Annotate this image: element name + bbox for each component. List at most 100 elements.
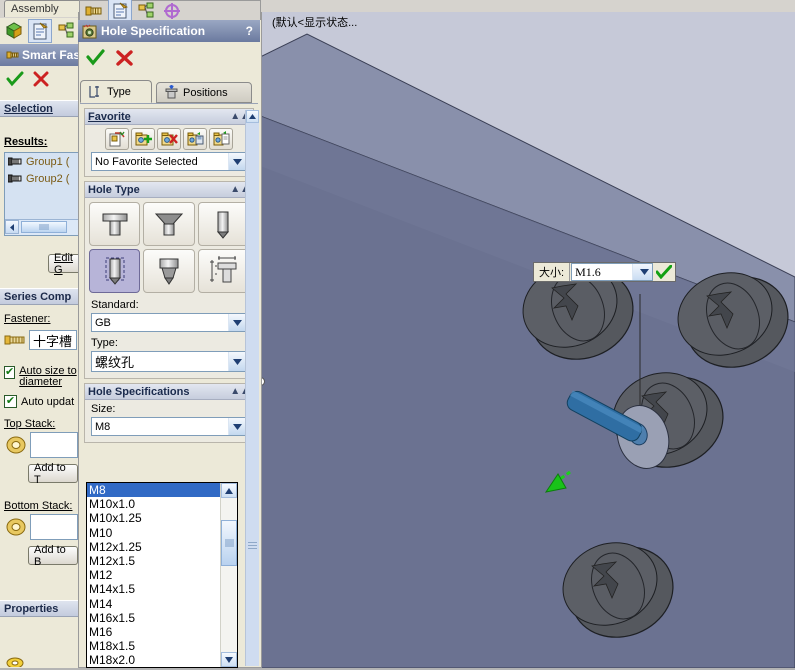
auto-update-label: Auto updat: [21, 395, 75, 408]
size-option[interactable]: M12x1.25: [87, 540, 221, 554]
results-list-hscrollbar[interactable]: [5, 219, 79, 235]
size-callout-label: 大小:: [534, 263, 571, 281]
graphics-viewport[interactable]: [260, 12, 795, 668]
hole-type-group: Hole Type ▲▲ Standard: GB Type: 螺纹孔: [84, 181, 254, 379]
property-manager-scrollbar[interactable]: [245, 110, 259, 666]
chevron-down-icon[interactable]: [228, 352, 246, 371]
hole-spec-title-label: Hole Specification: [101, 24, 206, 38]
size-dropdown-scrollbar[interactable]: [220, 483, 237, 667]
size-option[interactable]: M18x1.5: [87, 639, 221, 653]
standard-select[interactable]: GB: [91, 313, 247, 332]
size-option[interactable]: M8: [87, 483, 221, 498]
size-select[interactable]: M8: [91, 417, 247, 436]
add-or-update-favorite-icon[interactable]: [131, 128, 155, 150]
hole-positions-tab-icon: [164, 85, 179, 100]
hole-spec-title-bar: Hole Specification ?: [78, 20, 260, 42]
chevron-down-icon[interactable]: [228, 153, 246, 170]
size-option[interactable]: M12x1.5: [87, 554, 221, 568]
size-option[interactable]: M10x1.0: [87, 497, 221, 511]
top-stack-label: Top Stack:: [4, 418, 56, 430]
auto-update-checkbox-row[interactable]: ✔ Auto updat: [4, 395, 78, 408]
size-option[interactable]: M16x1.5: [87, 611, 221, 625]
size-option[interactable]: M16: [87, 625, 221, 639]
scroll-up-arrow[interactable]: [221, 483, 237, 498]
save-favorite-icon[interactable]: [183, 128, 207, 150]
scroll-up-arrow[interactable]: [246, 110, 259, 123]
size-option[interactable]: M14x1.5: [87, 582, 221, 596]
legacy-hole-button[interactable]: [197, 249, 249, 293]
size-option[interactable]: M18x2.0: [87, 653, 221, 667]
chevron-down-icon[interactable]: [632, 264, 653, 280]
scroll-left-arrow[interactable]: [5, 220, 19, 234]
favorite-select[interactable]: No Favorite Selected: [91, 152, 247, 171]
add-to-top-stack-button[interactable]: Add to T: [28, 462, 78, 486]
configuration-manager-icon[interactable]: [54, 19, 78, 43]
smart-fastener-icon: [4, 48, 22, 62]
hole-specifications-group: Hole Specifications ▲▲ Size: M8: [84, 383, 254, 443]
auto-size-checkbox-row[interactable]: ✔ Auto size to diameter: [4, 366, 78, 388]
tab-type[interactable]: Type: [80, 80, 152, 103]
top-stack-field[interactable]: [30, 432, 78, 458]
viewport-display-state-text: (默认<显示状态...: [272, 17, 358, 29]
accept-button[interactable]: [6, 71, 24, 87]
tab-positions[interactable]: Positions: [156, 82, 252, 103]
edit-group-button[interactable]: Edit G: [48, 252, 82, 276]
model-view-icon[interactable]: [2, 19, 26, 43]
countersink-hole-button[interactable]: [143, 202, 195, 246]
auto-update-checkbox[interactable]: ✔: [4, 395, 17, 408]
smart-fasteners-title-label: Smart Fas: [22, 48, 81, 62]
hole-type-group-header[interactable]: Hole Type ▲▲: [85, 182, 253, 198]
tapered-tap-hole-button[interactable]: [143, 249, 195, 293]
viewport-top-strip: [260, 0, 795, 12]
counterbore-hole-button[interactable]: [89, 202, 141, 246]
list-item-label: Group1 (: [26, 155, 70, 168]
delete-favorite-icon[interactable]: [157, 128, 181, 150]
favorite-header-label: Favorite: [88, 110, 131, 123]
size-callout-combo[interactable]: M1.6: [571, 263, 654, 281]
chevron-down-icon[interactable]: [228, 418, 246, 435]
results-list-hscroll-thumb[interactable]: [21, 221, 67, 233]
bottom-stack-field[interactable]: [30, 514, 78, 540]
fastener-group-icon: [8, 156, 22, 167]
hole-specifications-group-header[interactable]: Hole Specifications ▲▲: [85, 384, 253, 400]
size-option[interactable]: M10x1.25: [87, 511, 221, 525]
cancel-button[interactable]: [32, 71, 50, 87]
fastener-field[interactable]: 十字槽: [29, 330, 77, 350]
size-dropdown-list[interactable]: M8 M10x1.0 M10x1.25 M10 M12x1.25 M12x1.5 M12 M1…: [86, 482, 238, 668]
load-favorite-icon[interactable]: [209, 128, 233, 150]
scroll-down-arrow[interactable]: [221, 652, 237, 667]
results-list[interactable]: Group1 ( Group2 (: [4, 152, 80, 236]
type-select[interactable]: 螺纹孔: [91, 351, 247, 372]
scroll-thumb-grip[interactable]: [248, 540, 257, 552]
washer-icon: [6, 518, 26, 539]
chevron-down-icon[interactable]: [228, 314, 246, 331]
property-manager-icon[interactable]: [28, 19, 52, 43]
favorite-group-header[interactable]: Favorite ▲▲: [85, 109, 253, 125]
favorite-group: Favorite ▲▲ No Favorite Selected: [84, 108, 254, 177]
hole-specifications-header-label: Hole Specifications: [88, 385, 190, 398]
size-callout[interactable]: 大小: M1.6: [533, 262, 677, 282]
list-item[interactable]: Group2 (: [5, 170, 79, 187]
washer-icon: [6, 436, 26, 457]
type-label: Type:: [91, 337, 118, 349]
straight-tap-hole-button[interactable]: [89, 249, 141, 293]
hole-button[interactable]: [197, 202, 249, 246]
size-callout-confirm-button[interactable]: [653, 263, 676, 281]
help-button[interactable]: ?: [246, 24, 256, 38]
series-components-section-header: Series Comp: [0, 288, 78, 305]
cancel-button[interactable]: [115, 49, 134, 66]
selection-section-header: Selection: [0, 100, 78, 117]
size-option[interactable]: M12: [87, 568, 221, 582]
size-option[interactable]: M10: [87, 526, 221, 540]
standard-label: Standard:: [91, 299, 139, 311]
size-option[interactable]: M14: [87, 597, 221, 611]
properties-section-header: Properties: [0, 600, 78, 617]
auto-size-checkbox[interactable]: ✔: [4, 366, 16, 379]
fastener-label: Fastener:: [4, 313, 51, 325]
properties-header-label: Properties: [4, 602, 59, 615]
size-dropdown-scroll-thumb[interactable]: [221, 520, 237, 566]
accept-button[interactable]: [86, 48, 105, 66]
add-to-bottom-stack-button[interactable]: Add to B: [28, 544, 78, 568]
list-item[interactable]: Group1 (: [5, 153, 79, 170]
apply-defaults-no-favorite-icon[interactable]: [105, 128, 129, 150]
